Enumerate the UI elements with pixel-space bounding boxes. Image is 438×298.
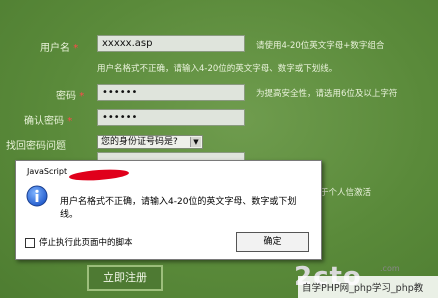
password-field[interactable]: •••••• — [97, 84, 245, 101]
username-field[interactable]: xxxxx.asp — [97, 35, 245, 52]
register-button[interactable]: 立即注册 — [87, 265, 163, 291]
dialog-title: JavaScript — [27, 167, 68, 176]
redaction-mark — [68, 167, 130, 183]
activation-hint: 于个人信激活 — [320, 188, 372, 198]
stop-scripts-checkbox[interactable] — [25, 238, 35, 248]
security-question-label: 找回密码问题 — [6, 141, 66, 152]
password-label: 密码 * — [56, 91, 85, 102]
security-question-select[interactable]: 您的身份证号码是? ▼ — [97, 135, 203, 149]
watermark-url: .com — [380, 264, 400, 273]
watermark-bar: 自学PHP网_php学习_php教 — [298, 276, 438, 298]
stop-scripts-label: 停止执行此页面中的脚本 — [39, 238, 133, 248]
alert-dialog: JavaScript 用户名格式不正确，请输入4-20位的英文字母、数字或下划线… — [15, 160, 322, 260]
username-label: 用户名 * — [40, 43, 79, 54]
confirm-password-label: 确认密码 * — [24, 116, 73, 127]
password-hint: 为提高安全性，请选用6位及以上字符 — [256, 89, 398, 99]
watermark-text: 自学PHP网_php学习_php教 — [302, 283, 424, 294]
chevron-down-icon: ▼ — [190, 137, 201, 147]
username-hint: 请使用4-20位英文字母+数字组合 — [256, 41, 385, 51]
info-icon — [26, 185, 48, 207]
username-error: 用户名格式不正确，请输入4-20位的英文字母、数字或下划线。 — [97, 64, 338, 74]
dialog-message: 用户名格式不正确，请输入4-20位的英文字母、数字或下划线。 — [60, 197, 297, 220]
security-answer-field[interactable] — [97, 152, 245, 160]
ok-button[interactable]: 确定 — [236, 232, 309, 252]
confirm-password-field[interactable]: •••••• — [97, 109, 245, 126]
